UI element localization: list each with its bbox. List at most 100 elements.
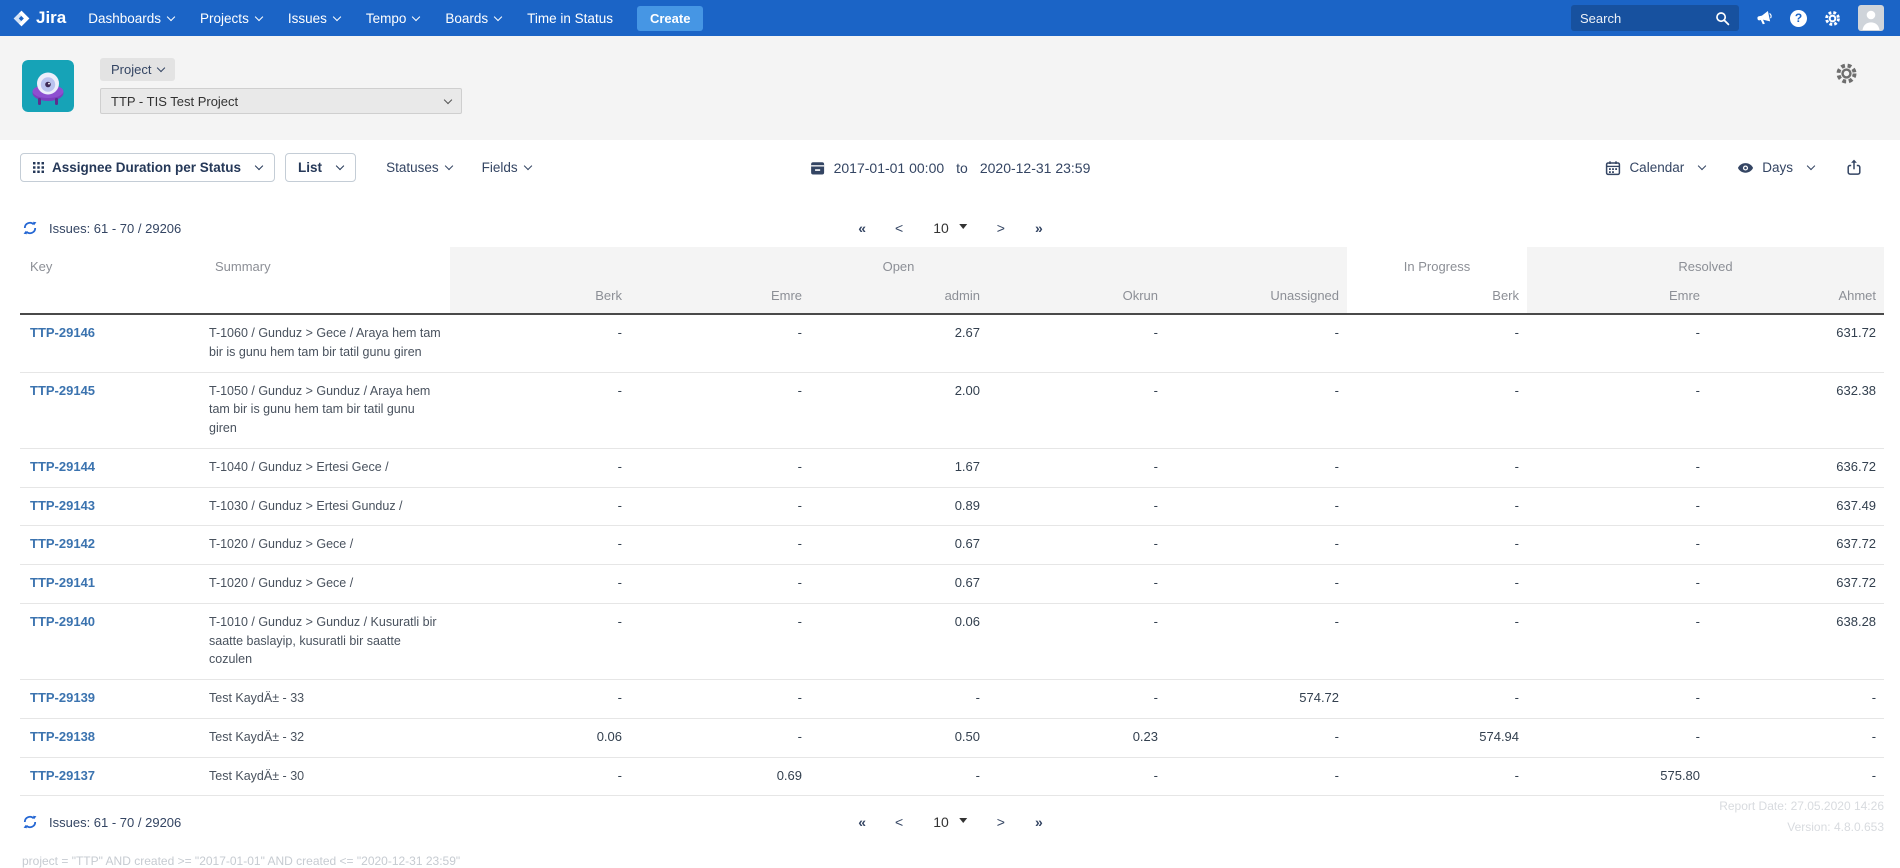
gear-icon[interactable]: [1824, 10, 1841, 27]
duration-value-cell: -: [1527, 603, 1708, 679]
issue-key-cell: TTP-29142: [20, 526, 205, 565]
announcements-icon[interactable]: [1756, 10, 1773, 27]
pagination-bottom: « <10 > »: [858, 814, 1042, 830]
grid-icon: [33, 162, 44, 173]
help-icon[interactable]: ?: [1790, 10, 1807, 27]
duration-value-cell: -: [450, 680, 630, 719]
unit-dropdown[interactable]: Days: [1737, 160, 1814, 175]
view-label: List: [298, 160, 322, 175]
issue-key-link[interactable]: TTP-29143: [30, 498, 95, 513]
duration-value-cell: 638.28: [1708, 603, 1884, 679]
issues-count: Issues: 61 - 70 / 29206: [49, 221, 181, 236]
calendar-mode-dropdown[interactable]: Calendar: [1605, 160, 1705, 176]
duration-value-cell: 574.72: [1166, 680, 1347, 719]
duration-value-cell: -: [1708, 680, 1884, 719]
duration-value-cell: -: [630, 565, 810, 604]
pagination-next[interactable]: >: [997, 220, 1005, 236]
duration-value-cell: 2.67: [810, 314, 988, 372]
pagination-prev[interactable]: <: [895, 220, 903, 236]
report-type-button[interactable]: Assignee Duration per Status: [20, 153, 275, 182]
duration-value-cell: -: [1347, 680, 1527, 719]
settings-gear-icon[interactable]: [1835, 62, 1858, 90]
issue-key-link[interactable]: TTP-29146: [30, 325, 95, 340]
jira-logo-icon: [12, 9, 31, 28]
chevron-down-icon: [1698, 162, 1706, 170]
issue-summary: T-1030 / Gunduz > Ertesi Gunduz /: [205, 487, 450, 526]
create-button[interactable]: Create: [637, 6, 703, 31]
scope-selector-button[interactable]: Project: [100, 58, 175, 81]
duration-value-cell: 637.72: [1708, 526, 1884, 565]
nav-item-dashboards[interactable]: Dashboards: [88, 11, 174, 26]
navbar-right: ?: [1571, 5, 1884, 31]
duration-value-cell: 637.72: [1708, 565, 1884, 604]
refresh-icon[interactable]: [22, 814, 38, 830]
issue-key-link[interactable]: TTP-29140: [30, 614, 95, 629]
issue-summary: T-1010 / Gunduz > Gunduz / Kusuratli bir…: [205, 603, 450, 679]
nav-item-label: Tempo: [366, 11, 407, 26]
table-row: TTP-29145T-1050 / Gunduz > Gunduz / Aray…: [20, 372, 1884, 448]
assignee-column-header-open-unassigned: Unassigned: [1166, 288, 1347, 314]
report-type-label: Assignee Duration per Status: [52, 160, 241, 175]
status-group-header-open: Open: [450, 247, 1347, 288]
duration-value-cell: 0.50: [810, 718, 988, 757]
project-controls: Project TTP - TIS Test Project: [100, 58, 462, 140]
key-column-header: Key: [20, 247, 205, 314]
page-size-select[interactable]: 10: [933, 814, 967, 830]
duration-value-cell: -: [1527, 680, 1708, 719]
issue-key-link[interactable]: TTP-29138: [30, 729, 95, 744]
jira-logo[interactable]: Jira: [12, 8, 66, 28]
pagination-first[interactable]: «: [858, 220, 865, 236]
issue-key-link[interactable]: TTP-29139: [30, 690, 95, 705]
duration-value-cell: -: [1166, 565, 1347, 604]
page-size-value: 10: [933, 814, 949, 830]
pagination-last[interactable]: »: [1035, 814, 1042, 830]
user-avatar[interactable]: [1858, 5, 1884, 31]
duration-value-cell: -: [450, 603, 630, 679]
issue-key-cell: TTP-29146: [20, 314, 205, 372]
duration-value-cell: 2.00: [810, 372, 988, 448]
pagination-first[interactable]: «: [858, 814, 865, 830]
report-table: KeySummaryOpenIn ProgressResolvedBerkEmr…: [20, 247, 1884, 796]
nav-item-tempo[interactable]: Tempo: [366, 11, 420, 26]
duration-value-cell: -: [988, 448, 1166, 487]
duration-value-cell: 632.38: [1708, 372, 1884, 448]
refresh-icon[interactable]: [22, 220, 38, 236]
fields-dropdown[interactable]: Fields: [482, 160, 531, 175]
issue-summary: Test KaydÄ± - 32: [205, 718, 450, 757]
calendar-filled-icon: [810, 160, 826, 176]
page-size-select[interactable]: 10: [933, 220, 967, 236]
pagination-prev[interactable]: <: [895, 814, 903, 830]
status-group-header-in-progress: In Progress: [1347, 247, 1527, 288]
duration-value-cell: -: [1347, 372, 1527, 448]
nav-item-issues[interactable]: Issues: [288, 11, 340, 26]
issue-key-link[interactable]: TTP-29144: [30, 459, 95, 474]
export-icon[interactable]: [1846, 159, 1862, 176]
duration-value-cell: 631.72: [1708, 314, 1884, 372]
date-range-picker[interactable]: 2017-01-01 00:00 to 2020-12-31 23:59: [810, 160, 1091, 176]
duration-value-cell: 0.67: [810, 565, 988, 604]
nav-item-boards[interactable]: Boards: [445, 11, 501, 26]
search-icon[interactable]: [1715, 11, 1730, 26]
statuses-dropdown[interactable]: Statuses: [386, 160, 452, 175]
project-select[interactable]: TTP - TIS Test Project: [100, 88, 462, 114]
search-input[interactable]: [1580, 11, 1715, 26]
jql-query: project = "TTP" AND created >= "2017-01-…: [22, 854, 1900, 868]
top-navbar: Jira Dashboards Projects Issues Tempo Boards…: [0, 0, 1900, 36]
issue-key-link[interactable]: TTP-29142: [30, 536, 95, 551]
pagination-last[interactable]: »: [1035, 220, 1042, 236]
duration-value-cell: -: [988, 487, 1166, 526]
nav-item-projects[interactable]: Projects: [200, 11, 262, 26]
issue-key-link[interactable]: TTP-29141: [30, 575, 95, 590]
assignee-column-header-open-admin: admin: [810, 288, 988, 314]
view-button[interactable]: List: [285, 153, 356, 182]
duration-value-cell: 575.80: [1527, 757, 1708, 796]
duration-value-cell: -: [1347, 314, 1527, 372]
duration-value-cell: -: [630, 314, 810, 372]
duration-value-cell: -: [450, 526, 630, 565]
issue-key-link[interactable]: TTP-29137: [30, 768, 95, 783]
issue-key-cell: TTP-29141: [20, 565, 205, 604]
nav-item-time-in-status[interactable]: Time in Status: [527, 11, 613, 26]
duration-value-cell: -: [1708, 757, 1884, 796]
pagination-next[interactable]: >: [997, 814, 1005, 830]
issue-key-link[interactable]: TTP-29145: [30, 383, 95, 398]
